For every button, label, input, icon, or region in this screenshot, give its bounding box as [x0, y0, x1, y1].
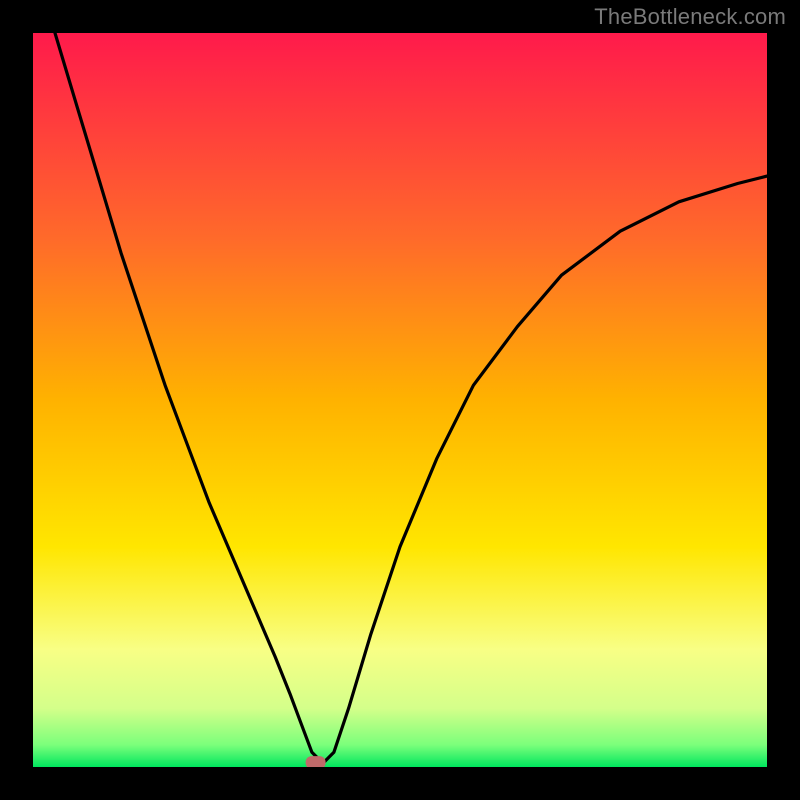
chart-container: TheBottleneck.com — [0, 0, 800, 800]
attribution-label: TheBottleneck.com — [594, 4, 786, 30]
chart-gradient-bg — [33, 33, 767, 767]
bottleneck-chart — [0, 0, 800, 800]
